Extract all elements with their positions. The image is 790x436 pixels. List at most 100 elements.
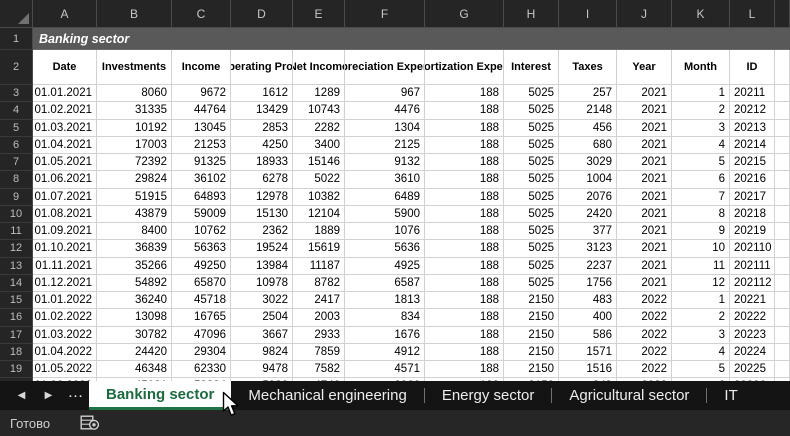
row-header-12[interactable]: 12 — [0, 240, 33, 257]
empty-cell[interactable] — [775, 50, 790, 85]
macro-record-icon[interactable] — [80, 415, 100, 431]
column-title-cell[interactable]: Amortization Expense — [425, 50, 504, 85]
data-cell[interactable]: 188 — [425, 309, 504, 326]
data-cell[interactable]: 1 — [672, 85, 730, 102]
data-cell[interactable]: 18933 — [231, 154, 293, 171]
data-cell[interactable]: 01.01.2021 — [33, 85, 97, 102]
data-cell[interactable]: 10743 — [293, 102, 345, 119]
data-cell[interactable]: 01.02.2021 — [33, 102, 97, 119]
data-cell[interactable]: 3610 — [345, 171, 425, 188]
data-cell[interactable]: 2021 — [617, 275, 672, 292]
empty-cell[interactable] — [775, 309, 790, 326]
data-cell[interactable]: 01.10.2021 — [33, 240, 97, 257]
data-cell[interactable]: 456 — [559, 120, 617, 137]
data-cell[interactable]: 2021 — [617, 223, 672, 240]
row-header-6[interactable]: 6 — [0, 137, 33, 154]
data-cell[interactable]: 4250 — [231, 137, 293, 154]
data-cell[interactable]: 20223 — [730, 327, 775, 344]
data-cell[interactable]: 20219 — [730, 223, 775, 240]
data-cell[interactable]: 188 — [425, 189, 504, 206]
data-cell[interactable]: 01.05.2021 — [33, 154, 97, 171]
data-cell[interactable]: 11187 — [293, 258, 345, 275]
data-cell[interactable]: 20224 — [730, 344, 775, 361]
data-cell[interactable]: 1676 — [345, 327, 425, 344]
data-cell[interactable]: 5025 — [504, 102, 559, 119]
data-cell[interactable]: 10978 — [231, 275, 293, 292]
sheet-tab-energy-sector[interactable]: Energy sector — [425, 381, 552, 410]
data-cell[interactable]: 188 — [425, 171, 504, 188]
data-cell[interactable]: 1516 — [559, 361, 617, 378]
next-sheet-button[interactable]: ▶ — [35, 381, 62, 410]
row-header-11[interactable]: 11 — [0, 223, 33, 240]
row-header-9[interactable]: 9 — [0, 189, 33, 206]
data-cell[interactable]: 01.12.2021 — [33, 275, 97, 292]
data-cell[interactable]: 19524 — [231, 240, 293, 257]
data-cell[interactable]: 2022 — [617, 344, 672, 361]
row-header-8[interactable]: 8 — [0, 171, 33, 188]
data-cell[interactable]: 5025 — [504, 189, 559, 206]
empty-cell[interactable] — [775, 275, 790, 292]
data-cell[interactable]: 01.03.2021 — [33, 120, 97, 137]
data-cell[interactable]: 2021 — [617, 171, 672, 188]
data-cell[interactable]: 2021 — [617, 154, 672, 171]
data-cell[interactable]: 5025 — [504, 85, 559, 102]
data-cell[interactable]: 483 — [559, 292, 617, 309]
data-cell[interactable]: 2022 — [617, 309, 672, 326]
data-cell[interactable]: 01.06.2021 — [33, 171, 97, 188]
data-cell[interactable]: 2504 — [231, 309, 293, 326]
data-cell[interactable]: 2021 — [617, 102, 672, 119]
data-cell[interactable]: 188 — [425, 223, 504, 240]
data-cell[interactable]: 36240 — [97, 292, 172, 309]
data-cell[interactable]: 400 — [559, 309, 617, 326]
data-cell[interactable]: 5025 — [504, 171, 559, 188]
data-cell[interactable]: 01.03.2022 — [33, 327, 97, 344]
row-header-18[interactable]: 18 — [0, 344, 33, 361]
data-cell[interactable]: 2150 — [504, 327, 559, 344]
data-cell[interactable]: 377 — [559, 223, 617, 240]
data-cell[interactable]: 4 — [672, 137, 730, 154]
empty-cell[interactable] — [775, 327, 790, 344]
data-cell[interactable]: 3400 — [293, 137, 345, 154]
data-cell[interactable]: 29304 — [172, 344, 231, 361]
column-header-B[interactable]: B — [97, 0, 172, 28]
data-cell[interactable]: 46348 — [97, 361, 172, 378]
data-cell[interactable]: 10 — [672, 240, 730, 257]
data-cell[interactable]: 13429 — [231, 102, 293, 119]
empty-cell[interactable] — [775, 102, 790, 119]
data-cell[interactable]: 7 — [672, 189, 730, 206]
data-cell[interactable]: 20216 — [730, 171, 775, 188]
data-cell[interactable]: 202110 — [730, 240, 775, 257]
data-cell[interactable]: 56363 — [172, 240, 231, 257]
column-title-cell[interactable]: Investments — [97, 50, 172, 85]
column-header-J[interactable]: J — [617, 0, 672, 28]
data-cell[interactable]: 188 — [425, 361, 504, 378]
empty-cell[interactable] — [775, 189, 790, 206]
data-cell[interactable]: 13045 — [172, 120, 231, 137]
data-cell[interactable]: 188 — [425, 85, 504, 102]
data-cell[interactable]: 31335 — [97, 102, 172, 119]
empty-cell[interactable] — [775, 171, 790, 188]
data-cell[interactable]: 188 — [425, 258, 504, 275]
data-cell[interactable]: 15146 — [293, 154, 345, 171]
data-cell[interactable]: 10762 — [172, 223, 231, 240]
data-cell[interactable]: 1076 — [345, 223, 425, 240]
column-title-cell[interactable]: Taxes — [559, 50, 617, 85]
data-cell[interactable]: 3667 — [231, 327, 293, 344]
data-cell[interactable]: 01.08.2021 — [33, 206, 97, 223]
empty-cell[interactable] — [775, 223, 790, 240]
data-cell[interactable]: 11 — [672, 258, 730, 275]
data-cell[interactable]: 834 — [345, 309, 425, 326]
data-cell[interactable]: 51915 — [97, 189, 172, 206]
data-cell[interactable]: 13098 — [97, 309, 172, 326]
data-cell[interactable]: 17003 — [97, 137, 172, 154]
column-header-F[interactable]: F — [345, 0, 425, 28]
data-cell[interactable]: 01.01.2022 — [33, 292, 97, 309]
data-cell[interactable]: 30782 — [97, 327, 172, 344]
select-all-corner[interactable] — [0, 0, 33, 28]
data-cell[interactable]: 01.04.2022 — [33, 344, 97, 361]
prev-sheet-button[interactable]: ◀ — [8, 381, 35, 410]
data-cell[interactable]: 2125 — [345, 137, 425, 154]
data-cell[interactable]: 24420 — [97, 344, 172, 361]
data-cell[interactable]: 202111 — [730, 258, 775, 275]
data-cell[interactable]: 20212 — [730, 102, 775, 119]
